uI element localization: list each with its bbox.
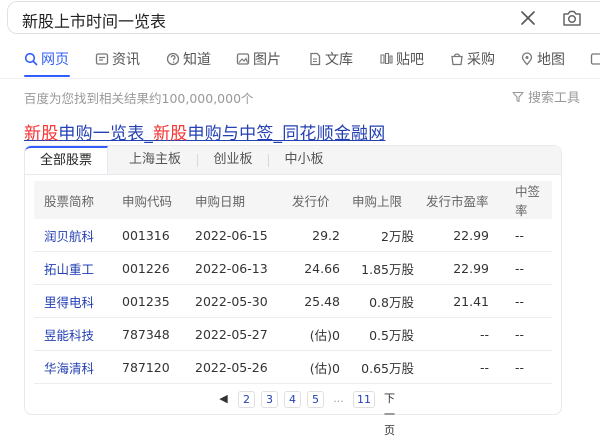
issue-pe-ratio: 22.99 [426, 252, 501, 285]
search-tools-button[interactable]: 搜索工具 [512, 87, 580, 106]
column-header: 股票简称 [34, 181, 122, 219]
stock-name-link[interactable]: 华海清科 [34, 351, 122, 384]
subscription-limit: 0.8万股 [352, 285, 426, 318]
column-header: 申购日期 [195, 181, 292, 219]
title-text: 申购与中签_同花顺金融网 [188, 124, 386, 144]
column-header: 中签率 [501, 181, 552, 219]
search-input[interactable]: 新股上市时间一览表 [22, 8, 166, 32]
issue-price: 29.2 [292, 219, 352, 252]
issue-price: (估)0 [292, 351, 352, 384]
subscription-date: 2022-05-26 [195, 351, 292, 384]
purchase-icon [450, 52, 464, 66]
filter-icon [512, 91, 524, 103]
tab-label: 地图 [537, 49, 565, 69]
lottery-rate: -- [501, 252, 552, 285]
search-tools-label: 搜索工具 [528, 87, 580, 106]
tab-divider [197, 154, 198, 167]
tab-purchase[interactable]: 采购 [450, 48, 495, 70]
stock-name-link[interactable]: 里得电科 [34, 285, 122, 318]
column-header: 发行价 [292, 181, 352, 219]
tab-tieba[interactable]: 贴吧 [379, 48, 424, 70]
subscription-date: 2022-06-15 [195, 219, 292, 252]
issue-price: 24.66 [292, 252, 352, 285]
tab-shanghai-main[interactable]: 上海主板 [115, 146, 195, 174]
news-icon [95, 52, 109, 66]
tab-map[interactable]: 地图 [520, 48, 565, 70]
subscription-code: 787120 [122, 351, 195, 384]
result-count: 百度为您找到相关结果约100,000,000个 [24, 88, 254, 107]
ipo-card: 全部股票 上海主板 创业板 中小板 股票简称 申购代码 申购日期 发行价 申购上… [24, 145, 562, 415]
issue-pe-ratio: 21.41 [426, 285, 501, 318]
subscription-limit: 2万股 [352, 219, 426, 252]
tab-images[interactable]: 图片 [236, 48, 281, 70]
column-header: 申购代码 [122, 181, 195, 219]
tab-more[interactable] [590, 48, 600, 70]
question-icon [166, 52, 180, 66]
stock-name-link[interactable]: 润贝航科 [34, 219, 122, 252]
subscription-limit: 0.5万股 [352, 318, 426, 351]
lottery-rate: -- [501, 351, 552, 384]
title-text: 申购一览表_ [58, 124, 153, 144]
camera-icon[interactable] [561, 7, 583, 29]
tab-zhidao[interactable]: 知道 [166, 48, 211, 70]
issue-pe-ratio: -- [426, 318, 501, 351]
active-tab-indicator [24, 75, 70, 77]
table-row: 华海清科 787120 2022-05-26 (估)0 0.65万股 -- -- [34, 351, 552, 384]
tab-label: 网页 [41, 49, 69, 69]
column-header: 发行市盈率 [426, 181, 501, 219]
table-row: 拓山重工 001226 2022-06-13 24.66 1.85万股 22.9… [34, 252, 552, 285]
image-icon [236, 52, 250, 66]
table-row: 里得电科 001235 2022-05-30 25.48 0.8万股 21.41… [34, 285, 552, 318]
subscription-code: 001226 [122, 252, 195, 285]
lottery-rate: -- [501, 285, 552, 318]
stock-name-link[interactable]: 拓山重工 [34, 252, 122, 285]
highlight-keyword: 新股 [24, 124, 58, 144]
table-row: 昱能科技 787348 2022-05-27 (估)0 0.5万股 -- -- [34, 318, 552, 351]
tieba-icon [379, 52, 393, 66]
stock-name-link[interactable]: 昱能科技 [34, 318, 122, 351]
more-icon [590, 52, 600, 66]
issue-price: (估)0 [292, 318, 352, 351]
tab-wenku[interactable]: 文库 [308, 48, 353, 70]
tab-all-stocks[interactable]: 全部股票 [25, 146, 108, 174]
ipo-table: 股票简称 申购代码 申购日期 发行价 申购上限 发行市盈率 中签率 润贝航科 0… [34, 181, 552, 384]
search-icon [24, 52, 38, 66]
issue-price: 25.48 [292, 285, 352, 318]
issue-pe-ratio: -- [426, 351, 501, 384]
clear-icon[interactable] [518, 8, 538, 28]
subscription-date: 2022-06-13 [195, 252, 292, 285]
column-header: 申购上限 [352, 181, 426, 219]
tab-label: 图片 [253, 49, 281, 69]
tab-chinext[interactable]: 创业板 [201, 146, 265, 174]
subscription-date: 2022-05-30 [195, 285, 292, 318]
subscription-code: 787348 [122, 318, 195, 351]
subscription-limit: 0.65万股 [352, 351, 426, 384]
highlight-keyword: 新股 [153, 124, 187, 144]
issue-pe-ratio: 22.99 [426, 219, 501, 252]
tab-label: 知道 [183, 49, 211, 69]
tab-label: 文库 [325, 49, 353, 69]
search-box[interactable]: 新股上市时间一览表 [7, 1, 600, 34]
table-header-row: 股票简称 申购代码 申购日期 发行价 申购上限 发行市盈率 中签率 [34, 181, 552, 219]
lottery-rate: -- [501, 318, 552, 351]
search-vertical-nav: 网页 资讯 知道 图片 文库 贴吧 采购 地图 [0, 42, 600, 79]
tab-sme[interactable]: 中小板 [272, 146, 336, 174]
subscription-code: 001316 [122, 219, 195, 252]
result-title-link[interactable]: 新股申购一览表_新股申购与中签_同花顺金融网 [24, 119, 385, 144]
tab-divider [268, 154, 269, 167]
tab-label: 贴吧 [396, 49, 424, 69]
tab-label: 资讯 [112, 49, 140, 69]
lottery-rate: -- [501, 219, 552, 252]
subscription-date: 2022-05-27 [195, 318, 292, 351]
tab-web[interactable]: 网页 [24, 48, 69, 70]
table-row: 润贝航科 001316 2022-06-15 29.2 2万股 22.99 -- [34, 219, 552, 252]
tab-label: 采购 [467, 49, 495, 69]
document-icon [308, 52, 322, 66]
market-tabs: 全部股票 上海主板 创业板 中小板 [25, 146, 561, 175]
subscription-limit: 1.85万股 [352, 252, 426, 285]
tab-news[interactable]: 资讯 [95, 48, 140, 70]
subscription-code: 001235 [122, 285, 195, 318]
map-icon [520, 52, 534, 66]
